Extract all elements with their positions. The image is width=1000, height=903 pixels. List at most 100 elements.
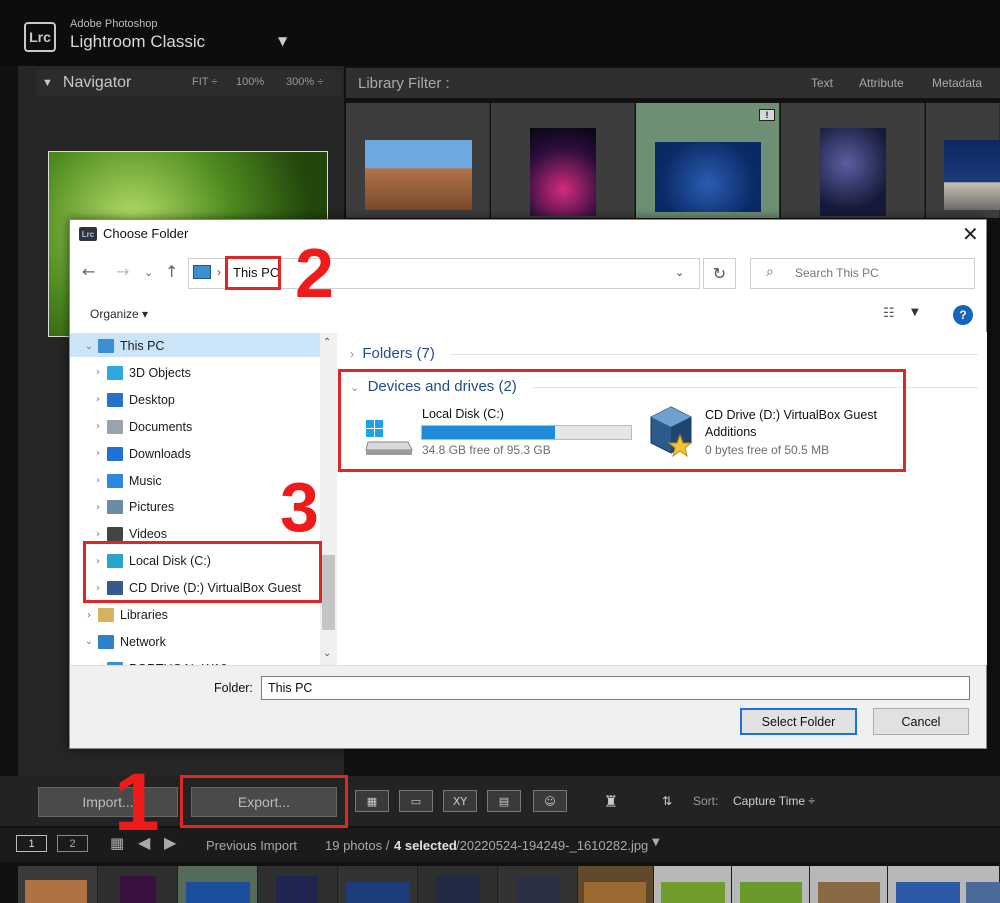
tree-item[interactable]: ⌄ This PC bbox=[80, 335, 320, 357]
filmstrip-thumbnail[interactable] bbox=[818, 882, 880, 903]
cancel-button[interactable]: Cancel bbox=[873, 708, 969, 735]
sort-select[interactable]: Capture Time ÷ bbox=[733, 794, 815, 808]
back-arrow-icon[interactable]: ← bbox=[82, 262, 95, 281]
tree-chevron-icon[interactable]: › bbox=[89, 556, 107, 567]
tree-item-label: Desktop bbox=[129, 392, 175, 407]
filmstrip-thumbnail[interactable] bbox=[120, 876, 156, 903]
folders-group-header[interactable]: › Folders (7) bbox=[350, 345, 435, 362]
filmstrip-thumbnail[interactable] bbox=[584, 882, 646, 903]
filmstrip-thumbnail[interactable] bbox=[740, 882, 802, 903]
identity-plate-arrow-icon[interactable]: ▼ bbox=[278, 34, 287, 48]
drive-c-name[interactable]: Local Disk (C:) bbox=[422, 407, 504, 421]
tree-chevron-icon[interactable]: › bbox=[89, 394, 107, 405]
filmstrip-thumbnail[interactable] bbox=[896, 882, 960, 903]
primary-window-icon[interactable]: 1 bbox=[16, 835, 47, 852]
search-icon: ⌕ bbox=[766, 264, 774, 280]
filter-attribute-option[interactable]: Attribute bbox=[859, 76, 904, 90]
tree-item[interactable]: › 3D Objects bbox=[89, 362, 329, 384]
drive-d-name[interactable]: CD Drive (D:) VirtualBox Guest Additions bbox=[705, 407, 895, 441]
people-view-icon[interactable]: ☺ bbox=[533, 790, 567, 812]
up-arrow-icon[interactable]: ↑ bbox=[165, 262, 178, 281]
filmstrip-thumbnail[interactable] bbox=[186, 882, 250, 903]
filmstrip-thumbnail[interactable] bbox=[346, 882, 410, 903]
forward-arrow-icon[interactable]: → bbox=[116, 262, 129, 281]
navigator-100-option[interactable]: 100% bbox=[236, 76, 264, 88]
navigator-fit-option[interactable]: FIT ÷ bbox=[192, 76, 217, 88]
scroll-up-icon[interactable]: ⌃ bbox=[323, 337, 331, 348]
filter-text-option[interactable]: Text bbox=[811, 76, 833, 90]
photo-thumbnail[interactable] bbox=[655, 142, 761, 212]
virtualbox-cd-icon[interactable] bbox=[648, 405, 694, 457]
change-view-icon[interactable]: ☷ bbox=[883, 306, 895, 321]
close-icon[interactable]: ✕ bbox=[962, 222, 979, 247]
help-icon[interactable]: ? bbox=[953, 305, 973, 325]
folder-field[interactable] bbox=[261, 676, 970, 700]
tree-item[interactable]: › Documents bbox=[89, 416, 329, 438]
tree-chevron-icon[interactable]: › bbox=[89, 367, 107, 378]
tree-chevron-icon[interactable]: › bbox=[89, 502, 107, 513]
tree-chevron-icon[interactable]: › bbox=[89, 475, 107, 486]
survey-view-icon[interactable]: ▤ bbox=[487, 790, 521, 812]
photo-thumbnail[interactable] bbox=[944, 140, 1000, 210]
photo-thumbnail[interactable] bbox=[365, 140, 472, 210]
scroll-down-icon[interactable]: ⌄ bbox=[323, 648, 331, 659]
filename-dropdown-icon[interactable]: ▼ bbox=[652, 837, 660, 848]
filmstrip-source[interactable]: Previous Import bbox=[206, 838, 297, 853]
tree-item[interactable]: › Desktop bbox=[89, 389, 329, 411]
forward-arrow-icon[interactable]: ▶ bbox=[164, 833, 176, 852]
tree-item-label: Network bbox=[120, 634, 166, 649]
filmstrip-thumbnail[interactable] bbox=[436, 876, 480, 903]
filmstrip-thumbnail[interactable] bbox=[661, 882, 725, 903]
search-placeholder: Search This PC bbox=[795, 266, 879, 280]
devices-group-header[interactable]: ⌄ Devices and drives (2) bbox=[350, 378, 517, 395]
tree-item[interactable]: › Downloads bbox=[89, 443, 329, 465]
annotation-step-1: 1 bbox=[114, 757, 160, 848]
grid-view-icon[interactable]: ▦ bbox=[355, 790, 389, 812]
tree-item-label: Music bbox=[129, 473, 162, 488]
tree-item[interactable]: › Local Disk (C:) bbox=[89, 550, 329, 572]
scrollbar-thumb[interactable] bbox=[322, 555, 335, 630]
compare-view-icon[interactable]: XY bbox=[443, 790, 477, 812]
this-pc-icon bbox=[193, 265, 211, 279]
tree-chevron-icon[interactable]: › bbox=[89, 421, 107, 432]
address-breadcrumb[interactable]: This PC bbox=[233, 265, 279, 280]
view-dropdown-icon[interactable]: ▼ bbox=[911, 307, 919, 318]
filter-metadata-option[interactable]: Metadata bbox=[932, 76, 982, 90]
tree-chevron-icon[interactable]: ⌄ bbox=[80, 636, 98, 647]
tree-chevron-icon[interactable]: › bbox=[89, 583, 107, 594]
refresh-icon[interactable]: ↻ bbox=[703, 258, 736, 289]
spray-can-icon[interactable]: ♜ bbox=[598, 790, 624, 812]
navigator-300-option[interactable]: 300% ÷ bbox=[286, 76, 323, 88]
tree-chevron-icon[interactable]: › bbox=[89, 448, 107, 459]
photo-thumbnail[interactable] bbox=[530, 128, 596, 216]
recent-locations-chevron-icon[interactable]: ⌄ bbox=[144, 266, 153, 279]
filmstrip-thumbnail[interactable] bbox=[276, 876, 318, 903]
tree-chevron-icon[interactable]: › bbox=[89, 529, 107, 540]
folder-icon bbox=[107, 419, 123, 434]
photo-count: 19 photos / bbox=[325, 838, 390, 853]
breadcrumb-separator-icon[interactable]: › bbox=[217, 265, 221, 279]
photo-thumbnail[interactable] bbox=[820, 128, 886, 216]
collapse-triangle-icon: ▼ bbox=[42, 77, 53, 89]
tree-item[interactable]: ⌄ Network bbox=[80, 631, 320, 653]
filmstrip-thumbnail[interactable] bbox=[966, 882, 1000, 903]
filmstrip-thumbnail[interactable] bbox=[516, 876, 560, 903]
export-button[interactable]: Export... bbox=[191, 787, 337, 817]
annotation-step-3: 3 bbox=[280, 468, 319, 546]
organize-menu-button[interactable]: Organize ▾ bbox=[90, 307, 148, 321]
secondary-window-icon[interactable]: 2 bbox=[57, 835, 88, 852]
tree-chevron-icon[interactable]: › bbox=[80, 610, 98, 621]
filmstrip-thumbnail[interactable] bbox=[25, 880, 87, 903]
local-disk-icon[interactable] bbox=[364, 418, 414, 456]
tree-item[interactable]: › CD Drive (D:) VirtualBox Guest bbox=[89, 577, 329, 599]
drive-c-free-space: 34.8 GB free of 95.3 GB bbox=[422, 443, 551, 457]
folder-icon bbox=[107, 392, 123, 407]
select-folder-button[interactable]: Select Folder bbox=[740, 708, 857, 735]
tree-chevron-icon[interactable]: ⌄ bbox=[80, 341, 98, 352]
loupe-view-icon[interactable]: ▭ bbox=[399, 790, 433, 812]
tree-item-label: This PC bbox=[120, 339, 165, 353]
sort-direction-icon[interactable]: ⇅ bbox=[648, 790, 686, 812]
address-dropdown-icon[interactable]: ⌄ bbox=[675, 266, 684, 279]
tree-item[interactable]: › Libraries bbox=[80, 604, 320, 626]
group-divider bbox=[533, 387, 978, 388]
